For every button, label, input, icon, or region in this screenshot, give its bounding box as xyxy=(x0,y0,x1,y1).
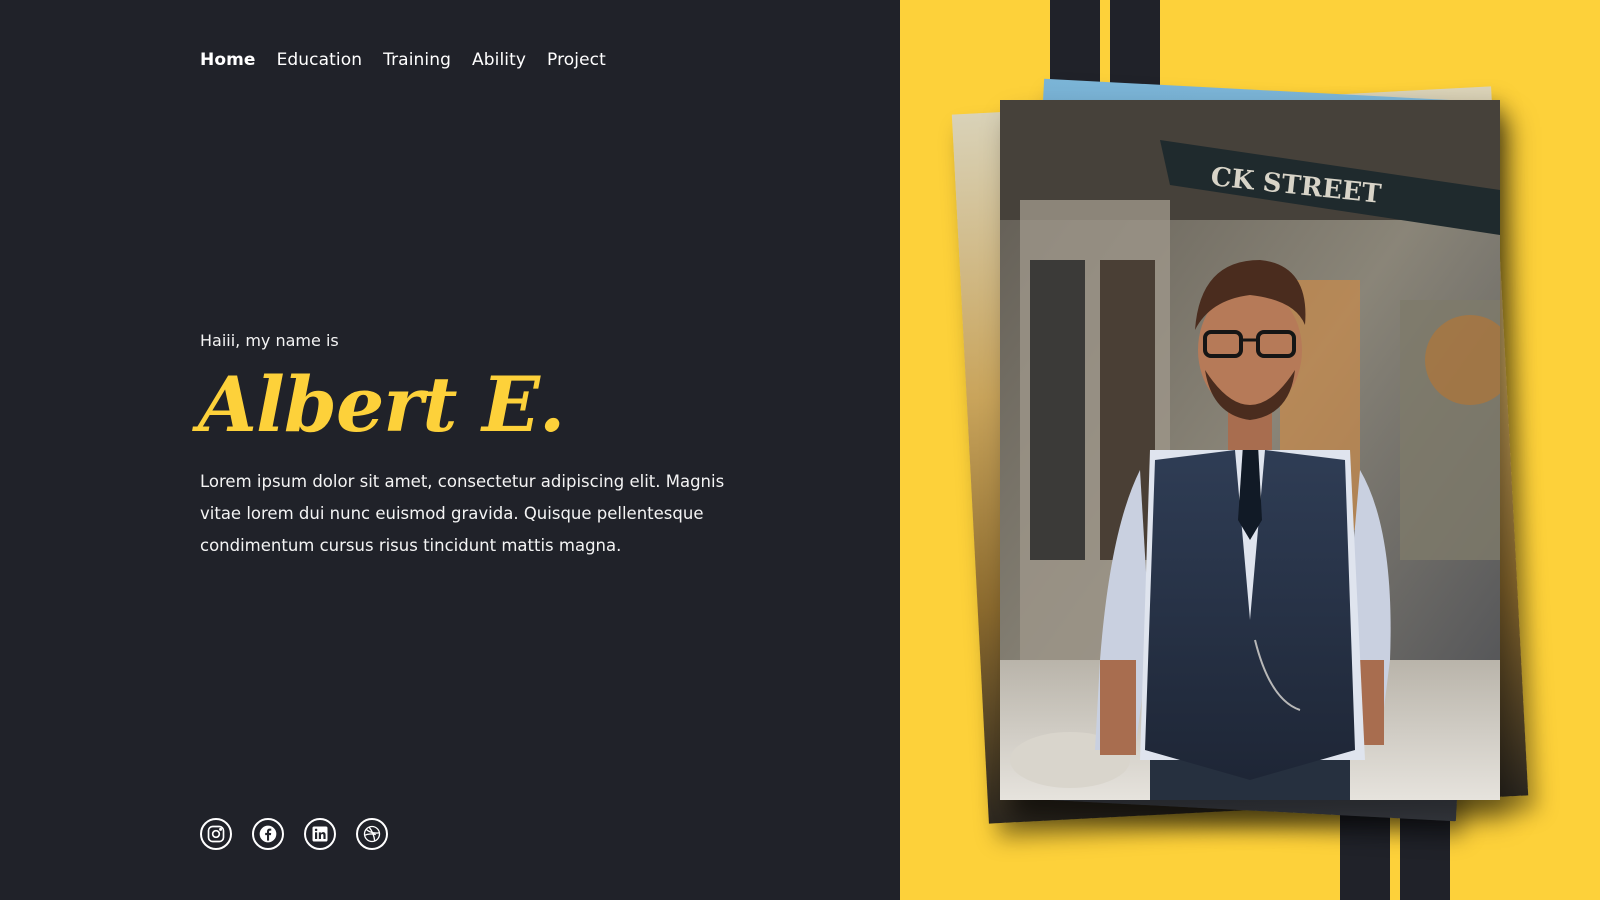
nav-item-ability[interactable]: Ability xyxy=(472,50,526,70)
nav-item-home[interactable]: Home xyxy=(200,50,256,70)
main-nav: Home Education Training Ability Project xyxy=(200,50,606,70)
instagram-icon[interactable] xyxy=(200,818,232,850)
facebook-icon[interactable] xyxy=(252,818,284,850)
linkedin-icon[interactable] xyxy=(304,818,336,850)
decor-stripe xyxy=(1050,0,1100,90)
nav-item-project[interactable]: Project xyxy=(547,50,606,70)
nav-item-education[interactable]: Education xyxy=(277,50,363,70)
bio-text: Lorem ipsum dolor sit amet, consectetur … xyxy=(200,472,725,555)
nav-item-training[interactable]: Training xyxy=(383,50,451,70)
greeting-text: Haiii, my name is xyxy=(200,331,339,350)
left-panel: Home Education Training Ability Project … xyxy=(0,0,900,900)
dribbble-icon[interactable] xyxy=(356,818,388,850)
right-panel: CK STREET xyxy=(900,0,1600,900)
hero-name: Albert E. xyxy=(198,360,565,449)
profile-photo: CK STREET xyxy=(1000,100,1500,800)
social-links xyxy=(200,818,388,850)
decor-stripe xyxy=(1110,0,1160,90)
